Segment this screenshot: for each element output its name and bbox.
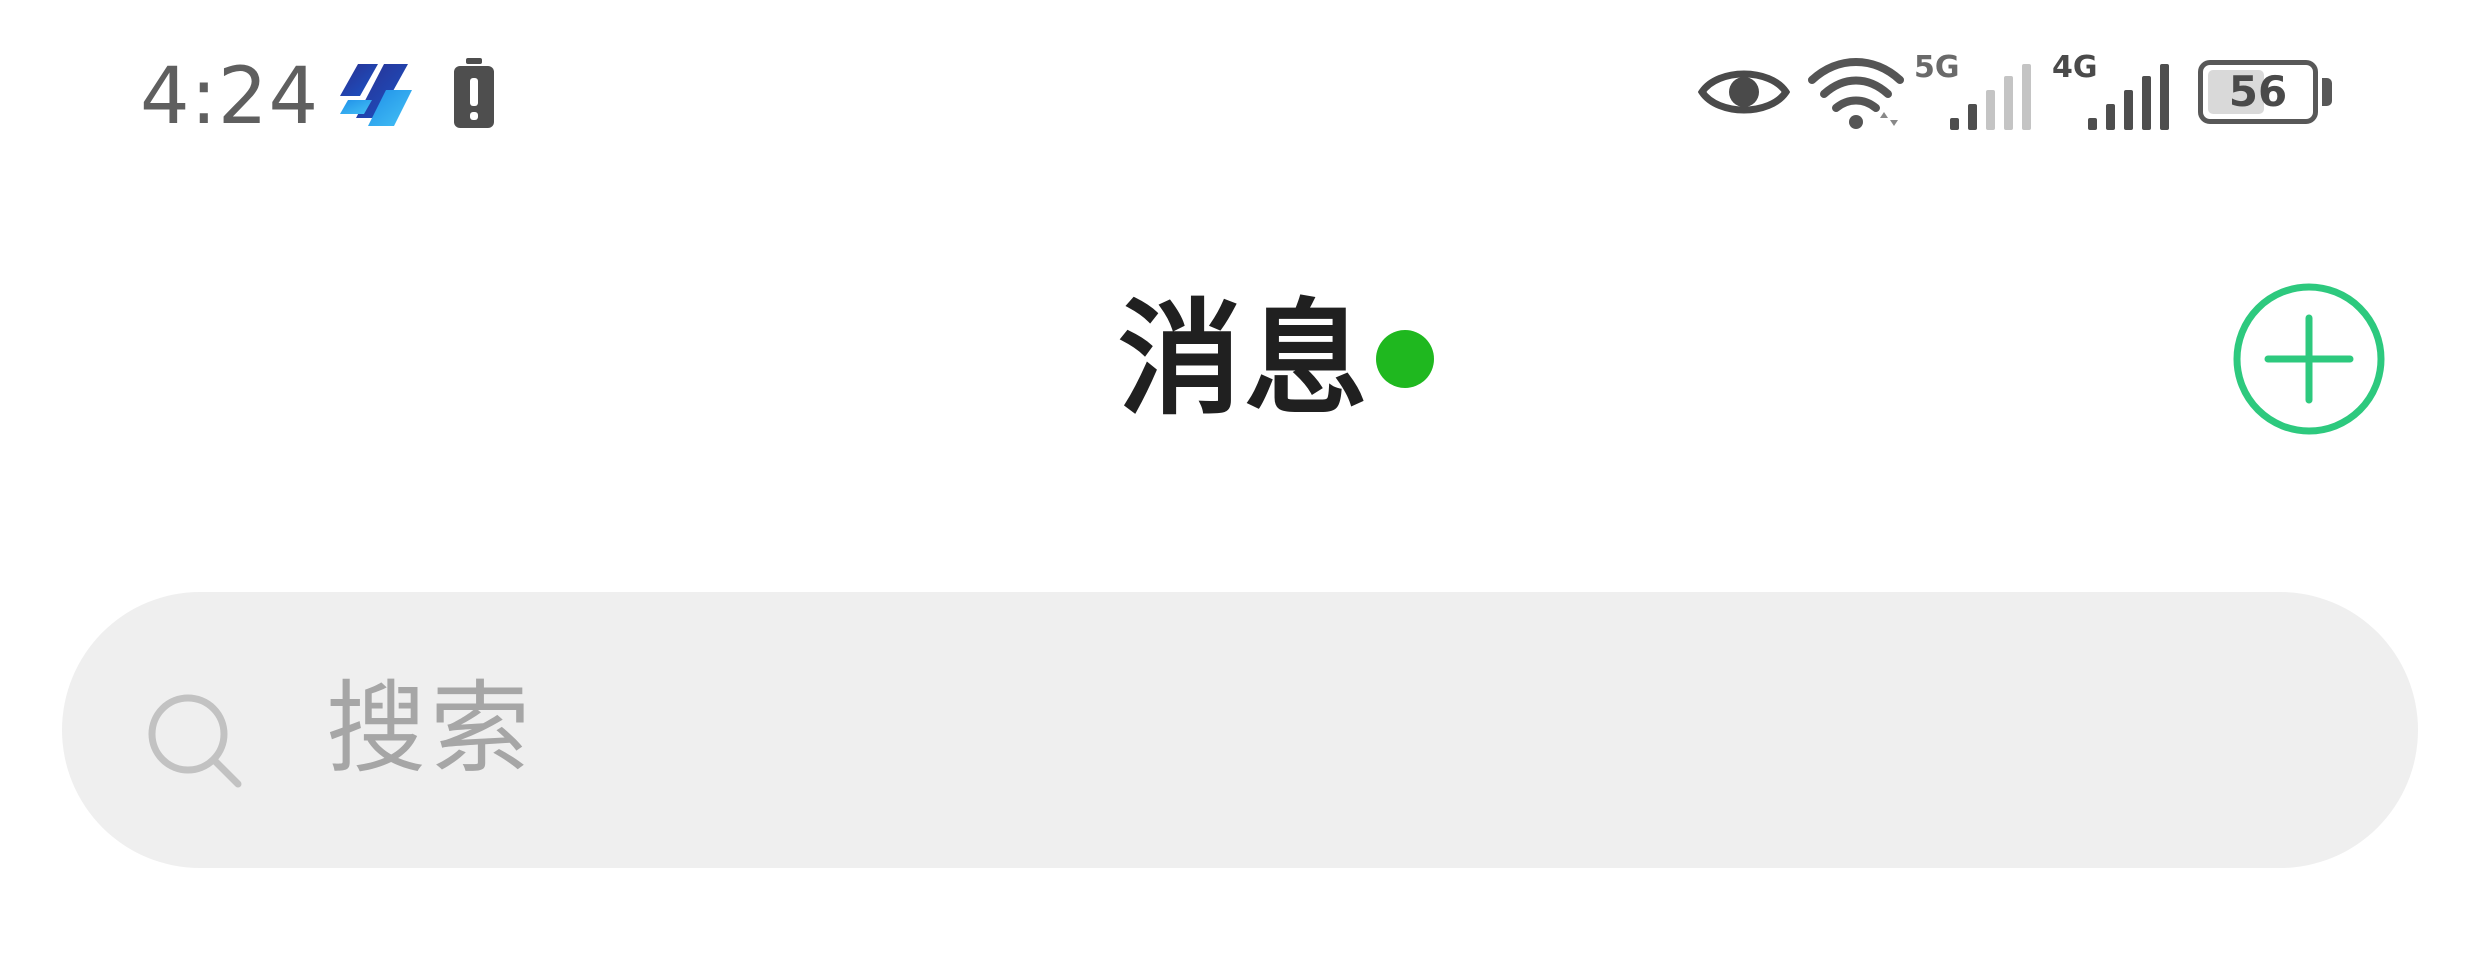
battery-level: 56	[2228, 67, 2288, 116]
signal-4g-icon: 4G	[2052, 50, 2172, 132]
wifi-icon	[1808, 58, 1904, 129]
status-time: 4:24	[140, 52, 320, 142]
signal-5g-icon: 5G	[1914, 50, 2034, 132]
search-bar[interactable]: 搜索	[62, 592, 2418, 868]
search-icon	[148, 694, 242, 788]
plus-circle-icon	[2233, 283, 2385, 435]
page-title: 消息	[1118, 288, 1371, 432]
battery-alert-icon	[454, 58, 494, 128]
search-placeholder: 搜索	[326, 670, 534, 787]
status-bar: 4:24 5G 4G 56	[0, 0, 2480, 200]
app-logo-icon	[340, 64, 412, 126]
battery-icon: 56	[2198, 60, 2334, 128]
online-status-dot	[1376, 330, 1434, 388]
eye-icon	[1698, 70, 1790, 114]
battery-cap	[2322, 78, 2332, 106]
add-button[interactable]	[2230, 280, 2388, 438]
